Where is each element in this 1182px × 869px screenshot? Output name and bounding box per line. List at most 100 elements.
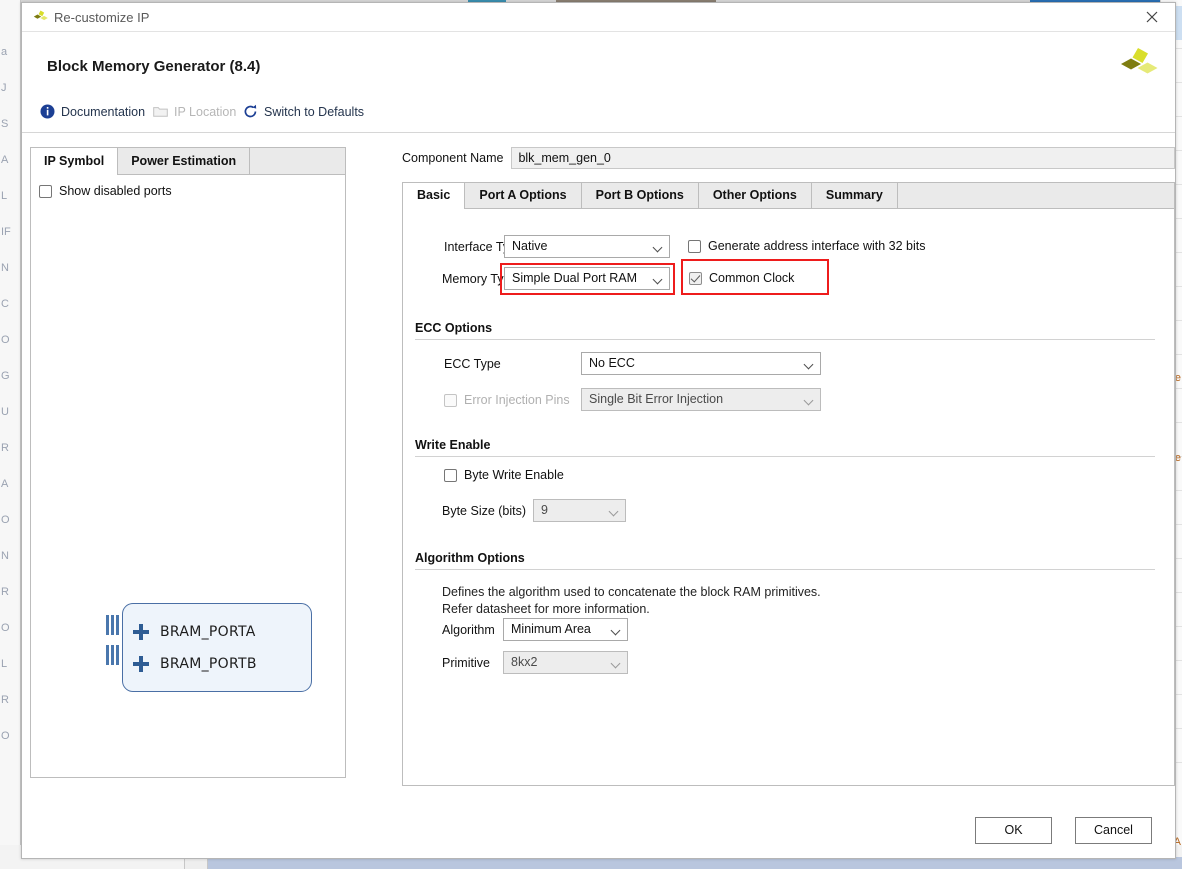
configuration-panel: Component Name blk_mem_gen_0 Basic Port … xyxy=(402,147,1175,786)
recustomize-ip-dialog: Re-customize IP Block Memory Generator (… xyxy=(21,2,1176,859)
tab-summary[interactable]: Summary xyxy=(812,183,898,210)
background-left-item: N xyxy=(1,262,9,274)
bram-port-b-row[interactable]: BRAM_PORTB xyxy=(133,656,257,672)
primitive-label: Primitive xyxy=(442,656,490,670)
bram-port-b-label: BRAM_PORTB xyxy=(160,656,257,672)
tab-port-b-options[interactable]: Port B Options xyxy=(582,183,699,210)
algorithm-label: Algorithm xyxy=(442,623,495,637)
bram-port-a-label: BRAM_PORTA xyxy=(160,624,256,640)
tab-port-a-options[interactable]: Port A Options xyxy=(465,183,582,210)
basic-tab-panel: Interface Type Native Generate address i… xyxy=(402,209,1175,786)
byte-size-select[interactable]: 9 xyxy=(533,499,626,522)
main-tabstrip: Basic Port A Options Port B Options Othe… xyxy=(402,182,1175,211)
port-b-pin-bars xyxy=(106,645,121,665)
background-left-item: R xyxy=(1,586,9,598)
chevron-down-icon xyxy=(654,244,662,252)
dialog-title: Re-customize IP xyxy=(54,10,150,25)
close-icon[interactable] xyxy=(1131,3,1175,31)
write-enable-title: Write Enable xyxy=(415,438,491,452)
dialog-footer: OK Cancel xyxy=(22,817,1175,857)
screen: a J S A L IF N C O G U R A O N R O L R O eeA Re-customize I… xyxy=(0,0,1182,869)
chevron-down-icon xyxy=(610,508,618,516)
dialog-header: Block Memory Generator (8.4) Documentati xyxy=(22,32,1175,133)
write-enable-divider xyxy=(415,456,1155,457)
algorithm-options-divider xyxy=(415,569,1155,570)
tab-other-options[interactable]: Other Options xyxy=(699,183,812,210)
tab-basic[interactable]: Basic xyxy=(403,183,466,211)
ecc-options-divider xyxy=(415,339,1155,340)
tab-power-estimation[interactable]: Power Estimation xyxy=(118,148,251,176)
ok-button[interactable]: OK xyxy=(975,817,1052,844)
show-disabled-ports-row[interactable]: Show disabled ports xyxy=(39,184,172,198)
background-left-item: S xyxy=(1,118,9,130)
generate-address-interface-label: Generate address interface with 32 bits xyxy=(708,239,926,253)
chevron-down-icon xyxy=(654,276,662,284)
algorithm-select[interactable]: Minimum Area xyxy=(503,618,628,641)
chevron-down-icon xyxy=(805,361,813,369)
error-injection-type-select[interactable]: Single Bit Error Injection xyxy=(581,388,821,411)
documentation-label: Documentation xyxy=(61,104,146,119)
common-clock-label: Common Clock xyxy=(709,271,795,285)
generate-address-interface-row[interactable]: Generate address interface with 32 bits xyxy=(688,239,925,253)
background-left-strip: a J S A L IF N C O G U R A O N R O L R O xyxy=(0,0,21,869)
tab-summary-label: Summary xyxy=(825,188,883,202)
background-left-item: A xyxy=(1,478,9,490)
background-left-item: L xyxy=(1,658,8,670)
component-name-input[interactable]: blk_mem_gen_0 xyxy=(511,147,1175,169)
show-disabled-ports-checkbox[interactable] xyxy=(39,184,52,198)
component-name-row: Component Name blk_mem_gen_0 xyxy=(402,147,1175,169)
error-injection-pins-row[interactable]: Error Injection Pins xyxy=(444,393,570,407)
folder-icon xyxy=(153,104,168,119)
byte-write-enable-checkbox[interactable] xyxy=(444,468,457,482)
algorithm-description-line2: Refer datasheet for more information. xyxy=(442,602,650,616)
chevron-down-icon xyxy=(612,627,620,635)
ecc-type-label: ECC Type xyxy=(444,357,501,371)
xilinx-logo-icon xyxy=(32,9,49,26)
memory-type-value: Simple Dual Port RAM xyxy=(512,271,638,285)
ip-location-button[interactable]: IP Location xyxy=(153,104,236,119)
error-injection-type-value: Single Bit Error Injection xyxy=(589,392,724,406)
interface-type-value: Native xyxy=(512,239,548,253)
tab-port-a-options-label: Port A Options xyxy=(479,188,567,202)
ip-symbol-panel: IP Symbol Power Estimation Show disabled… xyxy=(30,147,346,778)
primitive-select[interactable]: 8kx2 xyxy=(503,651,628,674)
bram-port-a-row[interactable]: BRAM_PORTA xyxy=(133,624,256,640)
interface-type-select[interactable]: Native xyxy=(504,235,670,258)
common-clock-row[interactable]: Common Clock xyxy=(689,271,794,285)
ip-location-label: IP Location xyxy=(174,104,237,119)
error-injection-pins-label: Error Injection Pins xyxy=(464,393,570,407)
error-injection-pins-checkbox[interactable] xyxy=(444,393,457,407)
plus-icon[interactable] xyxy=(133,624,149,640)
byte-size-label: Byte Size (bits) xyxy=(442,504,527,518)
dialog-titlebar: Re-customize IP xyxy=(22,3,1175,32)
documentation-button[interactable]: Documentation xyxy=(40,104,145,119)
background-left-item: a xyxy=(1,46,8,58)
switch-to-defaults-label: Switch to Defaults xyxy=(264,104,365,119)
background-left-item: U xyxy=(1,406,9,418)
byte-write-enable-row[interactable]: Byte Write Enable xyxy=(444,468,564,482)
algorithm-options-title: Algorithm Options xyxy=(415,551,525,565)
xilinx-brand-logo-icon xyxy=(1117,44,1159,86)
tab-other-options-label: Other Options xyxy=(712,188,797,202)
background-left-item: R xyxy=(1,442,9,454)
common-clock-checkbox[interactable] xyxy=(689,271,702,285)
background-left-item: L xyxy=(1,190,8,202)
ecc-type-value: No ECC xyxy=(589,356,635,370)
dialog-body: IP Symbol Power Estimation Show disabled… xyxy=(22,133,1175,817)
port-a-pin-bars xyxy=(106,615,121,635)
page-title: Block Memory Generator (8.4) xyxy=(47,58,261,75)
ecc-options-title: ECC Options xyxy=(415,321,493,335)
background-left-item: G xyxy=(1,370,10,382)
generate-address-interface-checkbox[interactable] xyxy=(688,239,701,253)
switch-to-defaults-button[interactable]: Switch to Defaults xyxy=(243,104,364,119)
refresh-icon xyxy=(243,104,258,119)
plus-icon[interactable] xyxy=(133,656,149,672)
primitive-value: 8kx2 xyxy=(511,655,538,669)
background-left-item: O xyxy=(1,514,10,526)
background-left-item: O xyxy=(1,730,10,742)
cancel-button[interactable]: Cancel xyxy=(1075,817,1152,844)
tab-ip-symbol[interactable]: IP Symbol xyxy=(31,148,119,177)
bram-symbol: BRAM_PORTA BRAM_PORTB xyxy=(122,603,312,692)
ecc-type-select[interactable]: No ECC xyxy=(581,352,821,375)
memory-type-select[interactable]: Simple Dual Port RAM xyxy=(504,267,670,290)
